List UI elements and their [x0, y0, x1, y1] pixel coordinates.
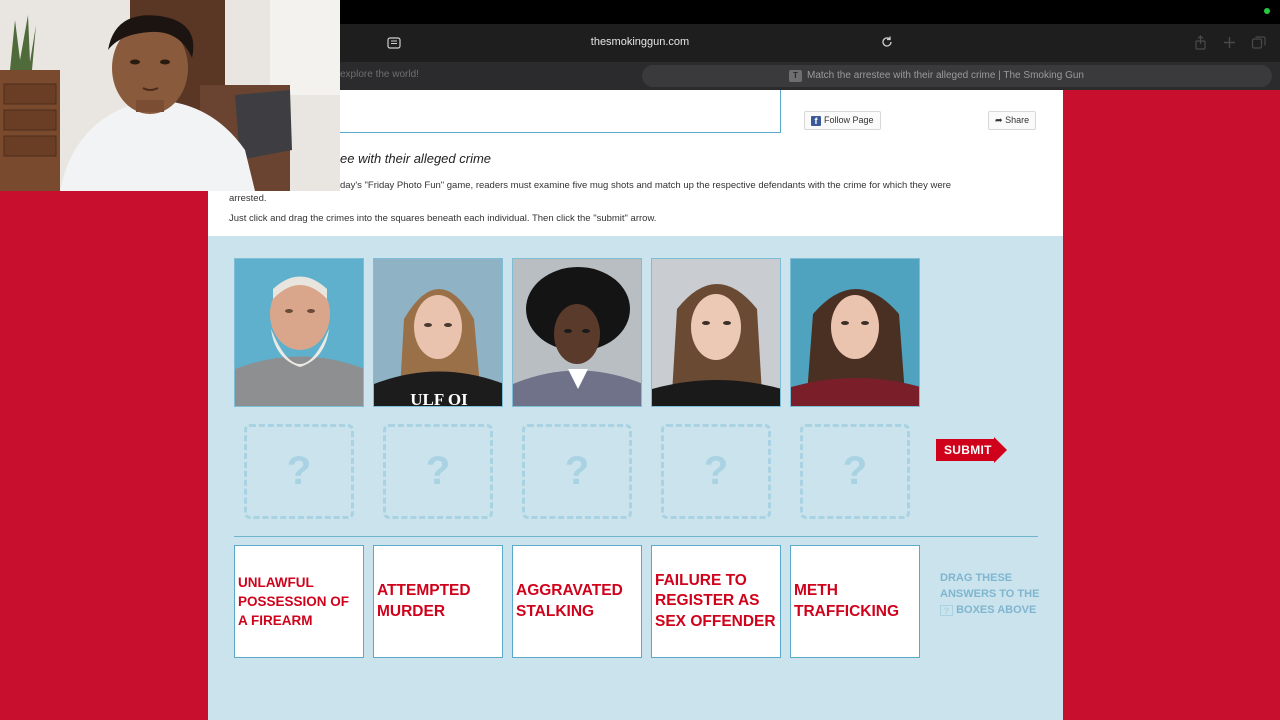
intro-text: day's "Friday Photo Fun" game, readers m…	[229, 179, 1054, 205]
drop-zone-5[interactable]: ?	[800, 424, 910, 519]
drop-zone-4[interactable]: ?	[661, 424, 771, 519]
intro-line-1: day's "Friday Photo Fun" game, readers m…	[340, 180, 952, 191]
crime-card-4[interactable]: FAILURE TO REGISTER AS SEX OFFENDER	[651, 545, 781, 658]
page-title: ee with their alleged crime	[340, 151, 492, 166]
mugshot-1	[234, 258, 364, 407]
site-favicon-icon: T	[789, 70, 802, 82]
address-bar[interactable]: thesmokinggun.com	[540, 36, 740, 48]
drop-zone-1[interactable]: ?	[244, 424, 354, 519]
crime-label: FAILURE TO REGISTER AS SEX OFFENDER	[655, 571, 776, 630]
new-tab-icon[interactable]	[1222, 35, 1237, 50]
shirt-text: ULF OI	[410, 390, 468, 407]
camera-indicator-icon	[1264, 8, 1270, 14]
tab-title: Match the arrestee with their alleged cr…	[807, 70, 1084, 81]
intro-line-2: arrested.	[229, 193, 267, 204]
share-button[interactable]: ➦ Share	[988, 111, 1037, 130]
share-label: Share	[1005, 115, 1030, 125]
crime-card-3[interactable]: AGGRAVATED STALKING	[512, 545, 642, 658]
drop-zone-3[interactable]: ?	[522, 424, 632, 519]
mugshot-5	[790, 258, 920, 407]
sidebar-toggle-icon[interactable]	[386, 35, 402, 51]
follow-page-label: Follow Page	[824, 115, 874, 125]
follow-page-button[interactable]: f Follow Page	[804, 111, 881, 130]
submit-label: SUBMIT	[944, 443, 992, 457]
share-icon[interactable]	[1193, 35, 1208, 50]
instructions-text: Just click and drag the crimes into the …	[229, 213, 657, 224]
mugshot-2: ULF OI	[373, 258, 503, 407]
drag-note-text-1: DRAG THESE ANSWERS TO THE	[940, 572, 1040, 600]
social-widget: f Follow Page ➦ Share	[795, 90, 1049, 132]
reload-icon[interactable]	[880, 35, 894, 49]
game-board: ULF OI ? ? ? ? ? SUBMIT UNLAWFUL POSSESS…	[208, 236, 1063, 720]
crime-card-1[interactable]: UNLAWFUL POSSESSION OF A FIREARM	[234, 545, 364, 658]
question-box-icon: ?	[940, 605, 953, 616]
drag-note-text-2: BOXES ABOVE	[956, 604, 1037, 616]
crime-label: ATTEMPTED MURDER	[377, 582, 471, 620]
crime-card-5[interactable]: METH TRAFFICKING	[790, 545, 920, 658]
facebook-icon: f	[811, 115, 821, 126]
mugshot-4	[651, 258, 781, 407]
webcam-overlay	[0, 0, 340, 191]
crime-label: UNLAWFUL POSSESSION OF A FIREARM	[238, 575, 350, 628]
submit-button[interactable]: SUBMIT	[936, 437, 1008, 463]
drop-zone-2[interactable]: ?	[383, 424, 493, 519]
crime-label: METH TRAFFICKING	[794, 582, 900, 620]
share-arrow-icon: ➦	[995, 115, 1003, 125]
crime-card-2[interactable]: ATTEMPTED MURDER	[373, 545, 503, 658]
drag-instructions: DRAG THESE ANSWERS TO THE ? BOXES ABOVE	[940, 570, 1050, 618]
divider	[234, 536, 1038, 537]
tab-explore[interactable]: explore the world!	[340, 69, 419, 80]
tab-overview-icon[interactable]	[1251, 35, 1266, 50]
tab-active[interactable]: T Match the arrestee with their alleged …	[642, 65, 1272, 87]
crime-label: AGGRAVATED STALKING	[516, 582, 623, 620]
mugshot-3	[512, 258, 642, 407]
